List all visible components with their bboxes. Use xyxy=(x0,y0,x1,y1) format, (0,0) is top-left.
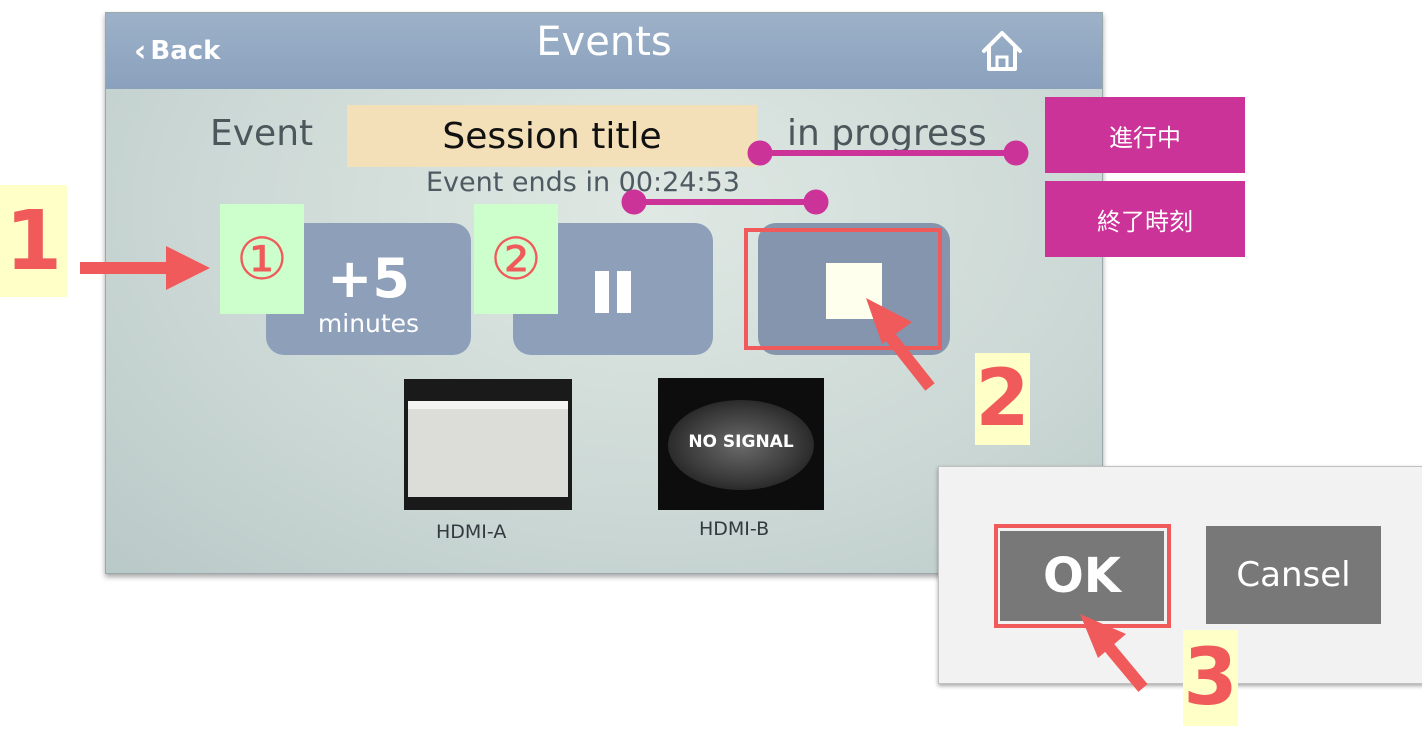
arrow-1 xyxy=(80,246,210,290)
progress-connector xyxy=(747,140,1029,166)
endtime-connector xyxy=(621,189,829,215)
arrow-3 xyxy=(1080,614,1148,692)
annotation-arrows xyxy=(80,140,1148,692)
arrow-2 xyxy=(866,298,935,391)
